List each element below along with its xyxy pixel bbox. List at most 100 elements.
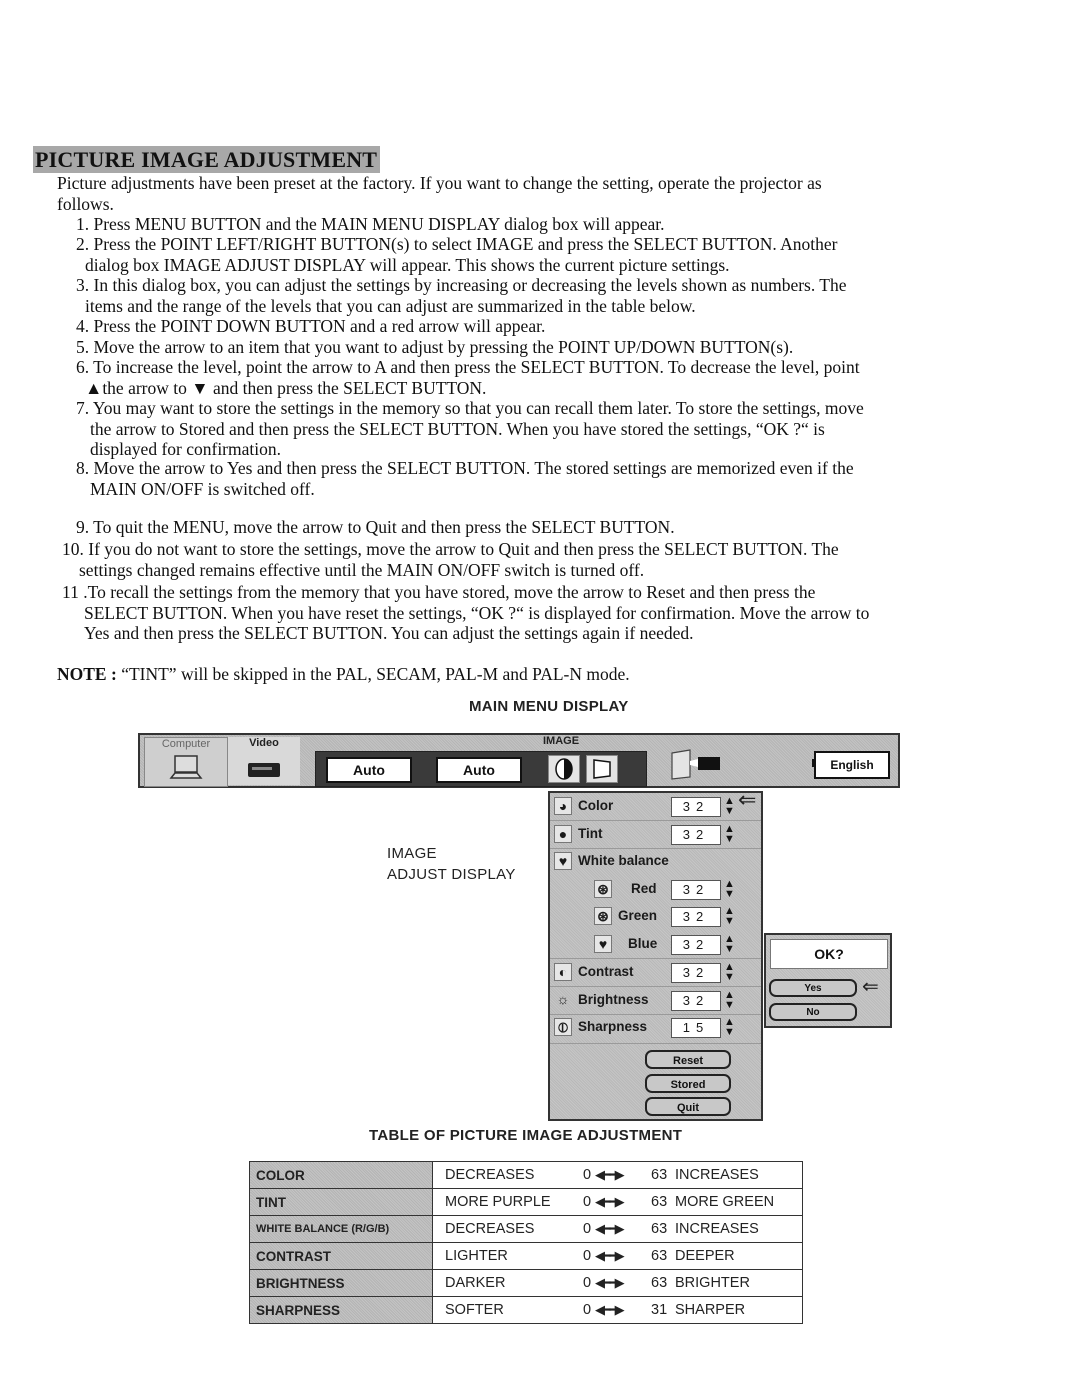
- image-adjust-button[interactable]: [548, 755, 580, 783]
- adjust-value: 32: [671, 991, 721, 1011]
- double-arrow-icon: ◀━━▶: [595, 1248, 625, 1263]
- tab-video[interactable]: Video: [228, 737, 300, 785]
- up-down-arrows-icon[interactable]: ▲ ▼: [724, 796, 735, 817]
- range-min-value: 0: [583, 1302, 592, 1318]
- step-line: SELECT BUTTON. When you have reset the s…: [84, 602, 870, 623]
- adjust-row-red[interactable]: ⊛ Red 32 ▲ ▼: [554, 878, 754, 902]
- up-down-arrows-icon[interactable]: ▲ ▼: [724, 962, 735, 983]
- no-button[interactable]: No: [769, 1003, 857, 1021]
- range-low-label: LIGHTER: [445, 1248, 508, 1264]
- note: NOTE : “TINT” will be skipped in the PAL…: [57, 664, 630, 685]
- tab-computer[interactable]: Computer: [144, 737, 228, 787]
- image-tab-label: IMAGE: [543, 735, 580, 747]
- step-7: 7. You may want to store the settings in…: [76, 398, 864, 460]
- range-high-label: MORE GREEN: [675, 1194, 775, 1210]
- red-icon: ⊛: [594, 880, 612, 898]
- language-select[interactable]: English: [814, 751, 890, 779]
- quit-button[interactable]: Quit: [645, 1097, 731, 1116]
- caption-line: IMAGE: [387, 845, 437, 862]
- up-down-arrows-icon[interactable]: ▲ ▼: [724, 879, 735, 900]
- main-menu-bar: Computer Video Auto Auto IMAGE English: [138, 733, 900, 788]
- range-low-label: DARKER: [445, 1275, 506, 1291]
- adjust-row-contrast[interactable]: ◐ Contrast 32 ▲ ▼: [554, 961, 754, 985]
- step-line: 5. Move the arrow to an item that you wa…: [76, 337, 794, 357]
- adjust-row-white-balance: ♥ White balance: [554, 850, 754, 874]
- auto-select-2[interactable]: Auto: [436, 757, 522, 783]
- up-down-arrows-icon[interactable]: ▲ ▼: [724, 934, 735, 955]
- step-line: settings changed remains effective until…: [79, 559, 645, 580]
- adjust-row-sharpness[interactable]: ⦶ Sharpness 15 ▲ ▼: [554, 1016, 754, 1040]
- step-line: displayed for confirmation.: [90, 439, 281, 459]
- up-down-arrows-icon[interactable]: ▲ ▼: [724, 990, 735, 1011]
- double-arrow-icon: ◀━━▶: [595, 1194, 625, 1209]
- adjust-label: Red: [631, 881, 657, 896]
- step-line: 7. You may want to store the settings in…: [76, 398, 864, 418]
- up-down-arrows-icon[interactable]: ▲ ▼: [724, 906, 735, 927]
- double-arrow-icon: ◀━━▶: [595, 1221, 625, 1236]
- range-high-label: INCREASES: [675, 1221, 759, 1237]
- adjust-label: Green: [618, 908, 658, 923]
- reset-button[interactable]: Reset: [645, 1050, 731, 1069]
- white-balance-icon: ♥: [554, 852, 572, 870]
- adjust-row-blue[interactable]: ♥ Blue 32 ▲ ▼: [554, 933, 754, 957]
- yes-button[interactable]: Yes: [769, 979, 857, 997]
- image-adjust-caption: IMAGE ADJUST DISPLAY: [387, 843, 516, 885]
- table-row: TINT MORE PURPLE 0 63 MORE GREEN ◀━━▶: [249, 1188, 803, 1216]
- adjust-row-tint[interactable]: ● Tint 32 ▲ ▼: [554, 823, 754, 847]
- step-line: dialog box IMAGE ADJUST DISPLAY will app…: [85, 254, 730, 275]
- range-max-value: 63: [651, 1194, 668, 1210]
- table-range-cell: LIGHTER 0 63 DEEPER ◀━━▶: [432, 1242, 803, 1270]
- range-max-value: 63: [651, 1221, 668, 1237]
- step-line: items and the range of the levels that y…: [85, 295, 696, 316]
- range-high-label: BRIGHTER: [675, 1275, 750, 1291]
- adjustment-table: COLOR DECREASES 0 63 INCREASES ◀━━▶ TINT MORE P…: [249, 1161, 803, 1324]
- tab-label: Video: [249, 737, 279, 749]
- range-min-value: 0: [583, 1167, 592, 1183]
- adjust-value: 32: [671, 880, 721, 900]
- table-row: BRIGHTNESS DARKER 0 63 BRIGHTER ◀━━▶: [249, 1269, 803, 1297]
- table-range-cell: DECREASES 0 63 INCREASES ◀━━▶: [432, 1161, 803, 1189]
- table-range-cell: DARKER 0 63 BRIGHTER ◀━━▶: [432, 1269, 803, 1297]
- page-title: PICTURE IMAGE ADJUSTMENT: [33, 146, 381, 173]
- step-10: 10. If you do not want to store the sett…: [62, 539, 839, 580]
- projector-icon[interactable]: [668, 747, 724, 781]
- divider: [550, 986, 761, 987]
- range-min-value: 0: [583, 1248, 592, 1264]
- table-caption: TABLE OF PICTURE IMAGE ADJUSTMENT: [369, 1127, 683, 1144]
- ok-confirm-dialog: OK? Yes No ⇐: [764, 933, 892, 1028]
- adjust-row-green[interactable]: ⊛ Green 32 ▲ ▼: [554, 905, 754, 929]
- sharpness-icon: ⦶: [554, 1018, 572, 1036]
- adjust-label: Color: [578, 798, 614, 813]
- contrast-icon: ◐: [554, 963, 572, 981]
- up-down-arrows-icon[interactable]: ▲ ▼: [724, 824, 735, 845]
- up-down-arrows-icon[interactable]: ▲ ▼: [724, 1017, 735, 1038]
- table-row: WHITE BALANCE (R/G/B) DECREASES 0 63 INCREAS…: [249, 1215, 803, 1243]
- step-line: 6. To increase the level, point the arro…: [76, 357, 860, 377]
- screen-image-button[interactable]: [586, 755, 618, 783]
- range-max-value: 63: [651, 1248, 668, 1264]
- adjust-label: Blue: [628, 936, 658, 951]
- image-adjust-icon: [555, 758, 573, 780]
- range-min-value: 0: [583, 1221, 592, 1237]
- range-low-label: MORE PURPLE: [445, 1194, 551, 1210]
- adjust-row-brightness[interactable]: ☼ Brightness 32 ▲ ▼: [554, 989, 754, 1013]
- tab-label: Computer: [161, 738, 211, 750]
- step-5: 5. Move the arrow to an item that you wa…: [76, 337, 793, 358]
- stored-button[interactable]: Stored: [645, 1074, 731, 1093]
- intro-paragraph: Picture adjustments have been preset at …: [57, 173, 822, 214]
- input-settings-strip: Auto Auto: [315, 751, 647, 787]
- table-item-cell: SHARPNESS: [249, 1296, 433, 1324]
- step-11: 11 .To recall the settings from the memo…: [62, 582, 869, 644]
- range-low-label: DECREASES: [445, 1221, 535, 1237]
- image-adjust-panel: ◕ Color 32 ▲ ▼ ● Tint 32 ▲ ▼ ♥ White balan…: [548, 791, 763, 1121]
- vcr-icon: [248, 763, 280, 777]
- main-menu-caption: MAIN MENU DISPLAY: [469, 698, 629, 715]
- adjust-label: Brightness: [578, 992, 649, 1007]
- range-high-label: SHARPER: [675, 1302, 746, 1318]
- adjust-value: 32: [671, 797, 721, 817]
- step-line: 8. Move the arrow to Yes and then press …: [76, 458, 854, 478]
- adjust-value: 32: [671, 963, 721, 983]
- auto-select-1[interactable]: Auto: [326, 757, 412, 783]
- adjust-label: Tint: [578, 826, 603, 841]
- adjust-row-color[interactable]: ◕ Color 32 ▲ ▼: [554, 795, 754, 819]
